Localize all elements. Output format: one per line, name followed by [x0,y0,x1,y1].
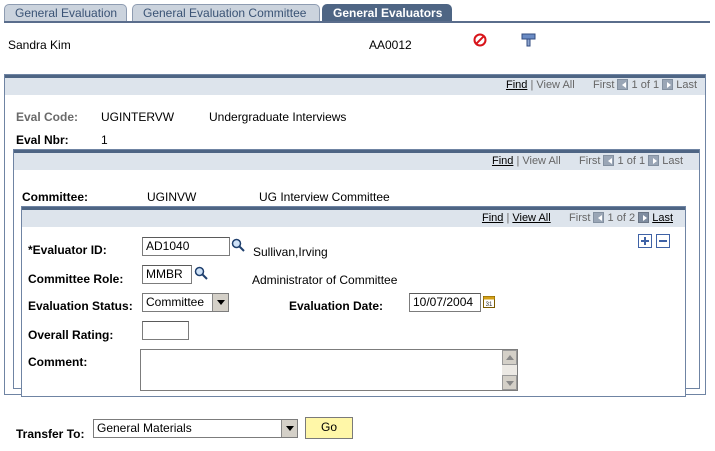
level1-view-all[interactable]: View All [536,79,574,91]
level3-find[interactable]: Find [482,212,503,224]
evaluator-id-label: *Evaluator ID: [28,243,107,257]
evaluation-date-input[interactable]: 10/07/2004 [409,293,481,312]
no-entry-icon[interactable] [473,33,487,50]
eval-code-value: UGINTERVW [101,110,175,124]
level2-next-icon[interactable] [648,155,660,166]
tab-underline [4,21,710,23]
committee-role-description: Administrator of Committee [252,273,398,287]
level1-next-icon[interactable] [662,79,674,90]
person-name: Sandra Kim [8,38,71,52]
eval-code-description: Undergraduate Interviews [209,110,347,124]
level2-count: 1 of 1 [617,155,646,167]
tab-general-evaluators[interactable]: General Evaluators [322,4,452,22]
level2-view-all[interactable]: View All [522,155,560,167]
level1-last: Last [676,79,697,91]
level1-count: 1 of 1 [631,79,660,91]
committee-code: UGINVW [147,190,197,204]
committee-role-search-icon[interactable] [194,266,208,283]
comment-label: Comment: [28,355,88,369]
eval-nbr-label: Eval Nbr: [16,133,69,147]
scroll-up-icon[interactable] [502,350,517,365]
level3-first: First [569,212,591,224]
evaluation-date-label: Evaluation Date: [289,299,384,313]
transfer-chevron-down-icon[interactable] [281,420,297,437]
calendar-icon[interactable]: 31 [483,295,495,311]
level1-find[interactable]: Find [506,79,527,91]
transfer-to-label: Transfer To: [16,427,85,441]
person-id: AA0012 [369,38,412,52]
evaluator-lookup-search-icon[interactable] [231,238,245,255]
level3-navigation-bar: Find | View All First 1 of 2 Last [481,212,673,224]
evaluator-name: Sullivan,Irving [253,245,328,259]
eval-code-label: Eval Code: [16,110,79,124]
level2-find[interactable]: Find [492,155,513,167]
evaluation-status-select[interactable]: Committee [142,293,229,312]
evaluator-id-input[interactable]: AD1040 [142,237,230,256]
level3-last[interactable]: Last [652,212,673,224]
evaluation-status-value: Committee [146,295,205,309]
tab-general-evaluation[interactable]: General Evaluation [4,4,127,22]
level1-previous-icon[interactable] [617,79,629,90]
level3-count: 1 of 2 [607,212,636,224]
svg-text:31: 31 [486,302,493,308]
level2-previous-icon[interactable] [603,155,615,166]
level2-navigation-bar: Find | View All First 1 of 1 Last [491,155,683,167]
level3-previous-icon[interactable] [593,212,605,223]
committee-description: UG Interview Committee [259,190,390,204]
committee-label: Committee: [22,190,89,204]
comment-textarea[interactable] [140,349,518,391]
overall-rating-input[interactable] [142,321,189,340]
level2-last: Last [662,155,683,167]
level1-navigation-bar: Find | View All First 1 of 1 Last [505,79,697,91]
committee-role-input[interactable]: MMBR [142,265,192,284]
level3-view-all[interactable]: View All [512,212,550,224]
level1-first: First [593,79,615,91]
committee-role-label: Committee Role: [28,272,124,286]
eval-nbr-value: 1 [101,133,108,147]
go-button[interactable]: Go [305,417,353,439]
level3-next-icon[interactable] [638,212,650,223]
tab-general-evaluation-committee[interactable]: General Evaluation Committee [132,4,320,22]
delete-row-button[interactable] [656,234,670,248]
pushpin-icon[interactable] [521,33,536,50]
transfer-to-value: General Materials [97,421,192,435]
add-row-button[interactable] [638,234,652,248]
chevron-down-icon[interactable] [212,294,228,311]
scroll-down-icon[interactable] [502,375,517,390]
transfer-to-select[interactable]: General Materials [93,419,298,438]
evaluation-status-label: Evaluation Status: [28,299,133,313]
overall-rating-label: Overall Rating: [28,328,114,342]
page-tabs: General Evaluation General Evaluation Co… [4,4,710,22]
level2-first: First [579,155,601,167]
